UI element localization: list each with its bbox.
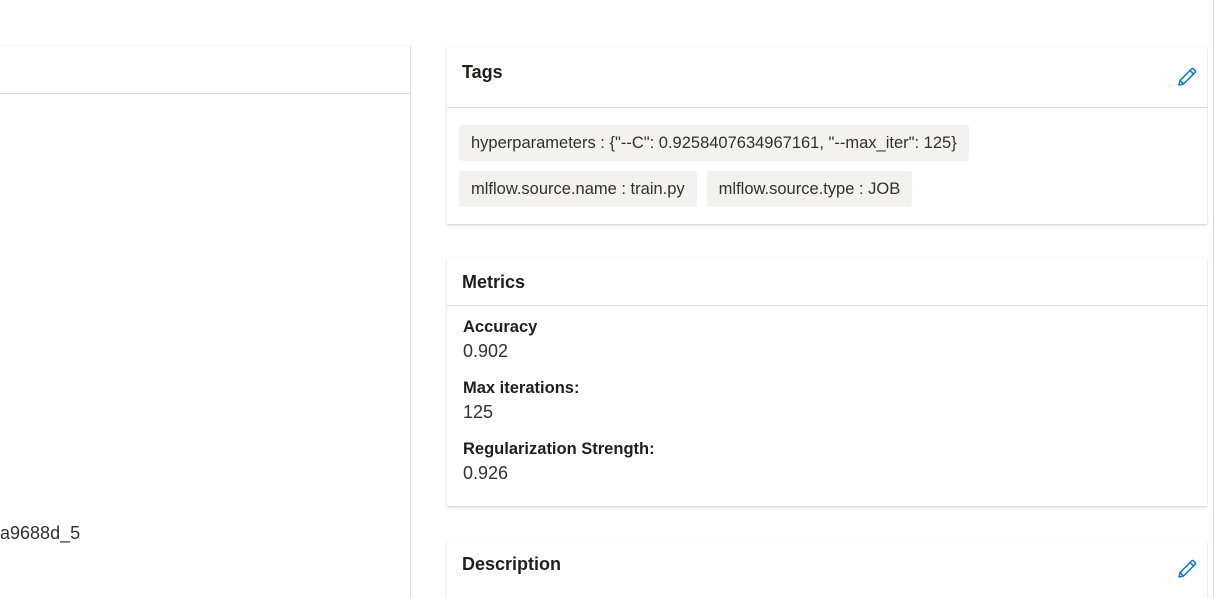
tag-hyperparameters: hyperparameters : {"--C": 0.925840763496… xyxy=(459,125,969,161)
metric-value: 0.926 xyxy=(463,463,509,483)
metrics-list: Accuracy 0.902 Max iterations: 125 Regul… xyxy=(447,306,1207,486)
metric-value: 0.902 xyxy=(463,341,509,361)
scrollbar-track[interactable] xyxy=(1213,0,1214,598)
metrics-card: Metrics Accuracy 0.902 Max iterations: 1… xyxy=(447,258,1207,506)
tag-source-type: mlflow.source.type : JOB xyxy=(706,171,913,207)
run-details-page: 8a9688d_5 Tags hyperparameters : {"--C":… xyxy=(0,0,1217,598)
pencil-icon[interactable] xyxy=(1175,65,1199,89)
tag-source-name: mlflow.source.name : train.py xyxy=(459,171,697,207)
description-header: Description xyxy=(447,540,1207,598)
pencil-icon[interactable] xyxy=(1175,557,1199,581)
metric-max-iterations: Max iterations: 125 xyxy=(463,377,1191,425)
metric-label: Accuracy xyxy=(463,318,538,336)
metric-label: Regularization Strength: xyxy=(463,440,655,458)
card-divider xyxy=(0,93,410,94)
tags-header: Tags xyxy=(447,47,1207,108)
metric-regularization-strength: Regularization Strength: 0.926 xyxy=(463,438,1191,486)
run-id-text: 8a9688d_5 xyxy=(0,523,81,543)
tags-list: hyperparameters : {"--C": 0.925840763496… xyxy=(447,108,1207,207)
tag-row: hyperparameters : {"--C": 0.925840763496… xyxy=(459,125,1195,161)
metrics-header: Metrics xyxy=(447,258,1207,306)
metric-value: 125 xyxy=(463,402,494,422)
run-properties-card: 8a9688d_5 xyxy=(0,46,411,598)
description-card: Description xyxy=(447,540,1207,598)
metric-label: Max iterations: xyxy=(463,379,580,397)
tags-card: Tags hyperparameters : {"--C": 0.9258407… xyxy=(447,47,1207,224)
tags-title: Tags xyxy=(462,62,503,82)
metric-accuracy: Accuracy 0.902 xyxy=(463,316,1191,364)
tag-row: mlflow.source.name : train.py mlflow.sou… xyxy=(459,171,1195,207)
description-title: Description xyxy=(462,554,562,574)
metrics-title: Metrics xyxy=(462,272,526,292)
